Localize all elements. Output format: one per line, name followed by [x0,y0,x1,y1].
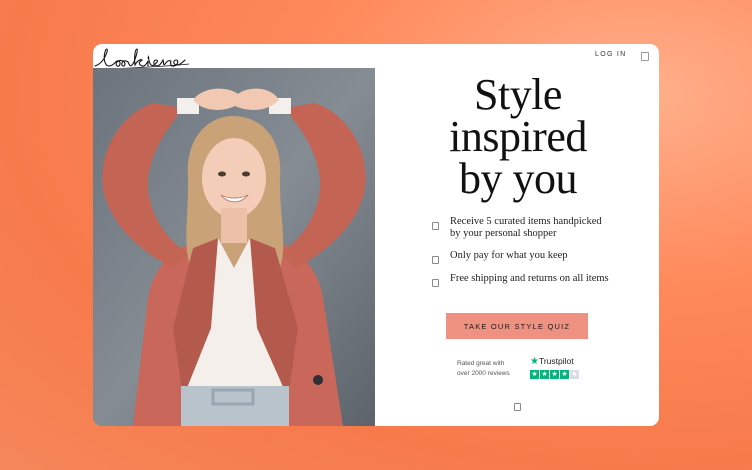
star-icon: ★ [560,370,569,379]
star-icon: ★ [570,370,579,379]
hero-headline: Style inspired by you [423,70,613,203]
trustpilot-label: Trustpilot [538,356,574,366]
style-quiz-button[interactable]: TAKE OUR STYLE QUIZ [446,313,588,339]
rating-text: Rated great with over 2000 reviews [457,359,510,379]
benefit-item: Free shipping and returns on all items [432,272,612,287]
benefit-item: Only pay for what you keep [432,250,612,264]
hero-photo [93,68,375,426]
trustpilot-stars: ★ ★ ★ ★ ★ [530,370,579,379]
trustpilot-logo[interactable]: ★Trustpilot [530,356,574,367]
benefit-text: Only pay for what you keep [450,250,568,261]
star-icon: ★ [530,370,539,379]
scroll-indicator-icon[interactable] [514,403,521,411]
checkbox-icon [432,278,439,287]
benefits-list: Receive 5 curated items handpicked by yo… [432,216,612,295]
checkbox-icon [432,222,439,230]
benefit-item: Receive 5 curated items handpicked by yo… [432,216,612,239]
star-icon: ★ [540,370,549,379]
login-link[interactable]: LOG IN [595,51,627,58]
benefit-text: Receive 5 curated items handpicked by yo… [450,216,602,239]
headline-line: Style [474,70,562,119]
headline-line: by you [459,154,578,203]
rating-line: Rated great with [457,360,505,367]
landing-card: LOG IN Style inspired by you Receive 5 c… [93,44,659,426]
star-icon: ★ [530,356,539,367]
benefit-text: Free shipping and returns on all items [450,272,609,284]
star-icon: ★ [550,370,559,379]
rating-line: over 2000 reviews [457,370,510,377]
headline-line: inspired [449,112,587,161]
menu-icon[interactable] [641,52,649,61]
checkbox-icon [432,256,439,264]
